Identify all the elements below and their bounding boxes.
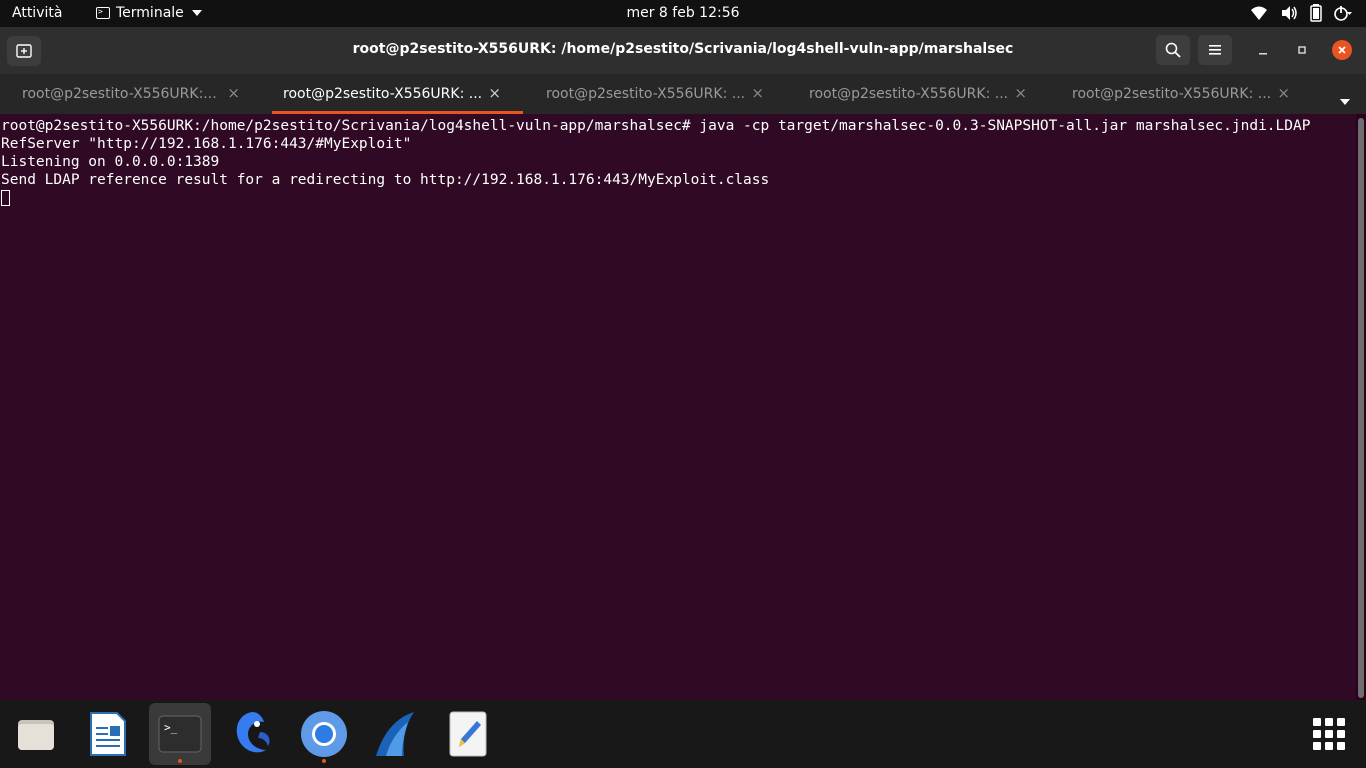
- maximize-button[interactable]: [1292, 40, 1312, 60]
- menu-button[interactable]: [1198, 35, 1232, 65]
- top-bar: Attività > Terminale mer 8 feb 12:56: [0, 0, 1366, 27]
- dock-files[interactable]: [5, 703, 67, 765]
- dock-terminal[interactable]: >_: [149, 703, 211, 765]
- dock-wireshark[interactable]: [365, 703, 427, 765]
- libreoffice-writer-icon: [90, 712, 126, 756]
- text-editor-icon: [449, 711, 487, 757]
- terminal-app-icon: >: [96, 7, 110, 19]
- close-window-button[interactable]: [1332, 40, 1352, 60]
- terminal-icon: >_: [158, 715, 202, 753]
- running-indicator: [178, 759, 182, 763]
- system-tray[interactable]: [1250, 4, 1352, 22]
- search-button[interactable]: [1156, 35, 1190, 65]
- tab-bar: root@p2sestito-X556URK:... × root@p2sest…: [0, 74, 1366, 114]
- files-icon: [18, 720, 54, 750]
- running-indicator: [322, 759, 326, 763]
- tab-2[interactable]: root@p2sestito-X556URK: ... ×: [261, 74, 523, 114]
- hamburger-menu-icon: [1209, 45, 1221, 55]
- show-applications-button[interactable]: [1298, 703, 1360, 765]
- app-menu-label: Terminale: [116, 5, 184, 21]
- dock-kali[interactable]: [221, 703, 283, 765]
- search-icon: [1165, 42, 1181, 58]
- tabs-overflow-button[interactable]: [1338, 90, 1350, 109]
- tab-label: root@p2sestito-X556URK:...: [22, 86, 217, 102]
- tab-close-icon[interactable]: ×: [1014, 84, 1027, 102]
- chevron-down-icon: [191, 10, 202, 16]
- minimize-button[interactable]: [1253, 40, 1273, 60]
- minimize-icon: [1259, 53, 1267, 55]
- maximize-icon: [1298, 46, 1306, 54]
- chevron-down-icon: [1340, 99, 1350, 105]
- tab-label: root@p2sestito-X556URK: ...: [283, 86, 483, 102]
- dock: >_: [0, 700, 1366, 768]
- terminal-scrollbar[interactable]: [1358, 118, 1364, 698]
- svg-text:>_: >_: [164, 721, 178, 734]
- clock[interactable]: mer 8 feb 12:56: [626, 5, 739, 21]
- tab-label: root@p2sestito-X556URK: ...: [1072, 86, 1272, 102]
- tab-close-icon[interactable]: ×: [227, 84, 240, 102]
- terminal-cursor: [1, 190, 10, 206]
- show-applications-icon: [1313, 718, 1345, 750]
- tab-1[interactable]: root@p2sestito-X556URK:... ×: [0, 74, 262, 114]
- wifi-icon: [1251, 6, 1267, 20]
- terminal-line: Listening on 0.0.0.0:1389: [1, 154, 220, 170]
- tab-4[interactable]: root@p2sestito-X556URK: ... ×: [787, 74, 1049, 114]
- terminal-line: root@p2sestito-X556URK:/home/p2sestito/S…: [1, 118, 1311, 134]
- wireshark-icon: [376, 712, 414, 756]
- dock-chromium[interactable]: [293, 703, 355, 765]
- kali-dragon-icon: [236, 712, 270, 753]
- chromium-icon: [301, 711, 347, 757]
- close-icon: [1338, 46, 1346, 54]
- tab-close-icon[interactable]: ×: [488, 84, 501, 102]
- volume-icon: [1282, 6, 1297, 20]
- activities-button[interactable]: Attività: [12, 5, 62, 21]
- dock-text-editor[interactable]: [437, 703, 499, 765]
- tab-3[interactable]: root@p2sestito-X556URK: ... ×: [524, 74, 786, 114]
- terminal-output[interactable]: root@p2sestito-X556URK:/home/p2sestito/S…: [0, 114, 1356, 700]
- tab-close-icon[interactable]: ×: [1277, 84, 1290, 102]
- power-icon: [1334, 6, 1352, 21]
- dock-writer[interactable]: [77, 703, 139, 765]
- terminal-line: RefServer "http://192.168.1.176:443/#MyE…: [1, 136, 412, 152]
- battery-icon: [1310, 4, 1322, 22]
- terminal-line: Send LDAP reference result for a redirec…: [1, 172, 770, 188]
- app-menu[interactable]: > Terminale: [96, 5, 202, 21]
- tab-label: root@p2sestito-X556URK: ...: [809, 86, 1009, 102]
- window-headerbar: root@p2sestito-X556URK: /home/p2sestito/…: [0, 27, 1366, 74]
- tab-close-icon[interactable]: ×: [751, 84, 764, 102]
- tab-label: root@p2sestito-X556URK: ...: [546, 86, 746, 102]
- tab-5[interactable]: root@p2sestito-X556URK: ... ×: [1050, 74, 1312, 114]
